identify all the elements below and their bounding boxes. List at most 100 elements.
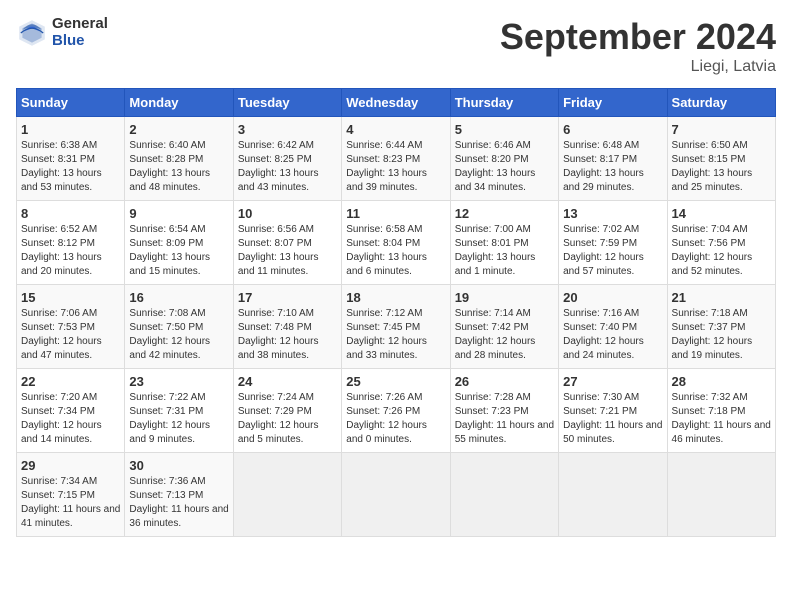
day-number: 23	[129, 374, 228, 389]
day-info: Sunrise: 6:50 AMSunset: 8:15 PMDaylight:…	[672, 140, 753, 193]
day-info: Sunrise: 7:10 AMSunset: 7:48 PMDaylight:…	[238, 308, 319, 361]
day-number: 15	[21, 290, 120, 305]
calendar-cell: 21 Sunrise: 7:18 AMSunset: 7:37 PMDaylig…	[667, 285, 775, 369]
calendar-cell: 30 Sunrise: 7:36 AMSunset: 7:13 PMDaylig…	[125, 453, 233, 537]
calendar-cell: 2 Sunrise: 6:40 AMSunset: 8:28 PMDayligh…	[125, 117, 233, 201]
calendar-cell: 23 Sunrise: 7:22 AMSunset: 7:31 PMDaylig…	[125, 369, 233, 453]
day-info: Sunrise: 7:18 AMSunset: 7:37 PMDaylight:…	[672, 308, 753, 361]
day-info: Sunrise: 7:16 AMSunset: 7:40 PMDaylight:…	[563, 308, 644, 361]
col-header-saturday: Saturday	[667, 89, 775, 117]
calendar-cell: 12 Sunrise: 7:00 AMSunset: 8:01 PMDaylig…	[450, 201, 558, 285]
calendar-cell: 19 Sunrise: 7:14 AMSunset: 7:42 PMDaylig…	[450, 285, 558, 369]
day-number: 25	[346, 374, 445, 389]
calendar-cell: 4 Sunrise: 6:44 AMSunset: 8:23 PMDayligh…	[342, 117, 450, 201]
day-number: 6	[563, 122, 662, 137]
calendar-cell: 8 Sunrise: 6:52 AMSunset: 8:12 PMDayligh…	[17, 201, 125, 285]
calendar-cell: 13 Sunrise: 7:02 AMSunset: 7:59 PMDaylig…	[559, 201, 667, 285]
calendar-cell: 6 Sunrise: 6:48 AMSunset: 8:17 PMDayligh…	[559, 117, 667, 201]
day-info: Sunrise: 6:46 AMSunset: 8:20 PMDaylight:…	[455, 140, 536, 193]
calendar-cell: 25 Sunrise: 7:26 AMSunset: 7:26 PMDaylig…	[342, 369, 450, 453]
calendar-header-row: SundayMondayTuesdayWednesdayThursdayFrid…	[17, 89, 776, 117]
day-info: Sunrise: 6:38 AMSunset: 8:31 PMDaylight:…	[21, 140, 102, 193]
logo: General Blue	[16, 16, 108, 49]
day-info: Sunrise: 6:44 AMSunset: 8:23 PMDaylight:…	[346, 140, 427, 193]
day-number: 14	[672, 206, 771, 221]
location: Liegi, Latvia	[500, 58, 776, 76]
day-number: 29	[21, 458, 120, 473]
day-info: Sunrise: 7:26 AMSunset: 7:26 PMDaylight:…	[346, 392, 427, 445]
calendar-cell: 29 Sunrise: 7:34 AMSunset: 7:15 PMDaylig…	[17, 453, 125, 537]
day-number: 9	[129, 206, 228, 221]
calendar-cell: 22 Sunrise: 7:20 AMSunset: 7:34 PMDaylig…	[17, 369, 125, 453]
day-number: 4	[346, 122, 445, 137]
calendar-cell: 28 Sunrise: 7:32 AMSunset: 7:18 PMDaylig…	[667, 369, 775, 453]
calendar-cell: 26 Sunrise: 7:28 AMSunset: 7:23 PMDaylig…	[450, 369, 558, 453]
col-header-tuesday: Tuesday	[233, 89, 341, 117]
calendar-cell	[450, 453, 558, 537]
month-title: September 2024	[500, 16, 776, 58]
day-info: Sunrise: 6:48 AMSunset: 8:17 PMDaylight:…	[563, 140, 644, 193]
calendar-cell	[342, 453, 450, 537]
day-number: 11	[346, 206, 445, 221]
day-info: Sunrise: 7:04 AMSunset: 7:56 PMDaylight:…	[672, 224, 753, 277]
calendar-cell: 24 Sunrise: 7:24 AMSunset: 7:29 PMDaylig…	[233, 369, 341, 453]
logo-text: General Blue	[52, 16, 108, 49]
day-number: 19	[455, 290, 554, 305]
calendar-cell: 3 Sunrise: 6:42 AMSunset: 8:25 PMDayligh…	[233, 117, 341, 201]
calendar-week-row: 1 Sunrise: 6:38 AMSunset: 8:31 PMDayligh…	[17, 117, 776, 201]
col-header-sunday: Sunday	[17, 89, 125, 117]
day-number: 28	[672, 374, 771, 389]
calendar-cell: 17 Sunrise: 7:10 AMSunset: 7:48 PMDaylig…	[233, 285, 341, 369]
calendar-cell: 16 Sunrise: 7:08 AMSunset: 7:50 PMDaylig…	[125, 285, 233, 369]
day-info: Sunrise: 6:54 AMSunset: 8:09 PMDaylight:…	[129, 224, 210, 277]
day-info: Sunrise: 7:34 AMSunset: 7:15 PMDaylight:…	[21, 476, 120, 529]
day-number: 27	[563, 374, 662, 389]
page-header: General Blue September 2024 Liegi, Latvi…	[16, 16, 776, 76]
col-header-friday: Friday	[559, 89, 667, 117]
day-number: 7	[672, 122, 771, 137]
day-info: Sunrise: 7:36 AMSunset: 7:13 PMDaylight:…	[129, 476, 228, 529]
day-info: Sunrise: 7:32 AMSunset: 7:18 PMDaylight:…	[672, 392, 771, 445]
day-info: Sunrise: 7:20 AMSunset: 7:34 PMDaylight:…	[21, 392, 102, 445]
day-info: Sunrise: 7:08 AMSunset: 7:50 PMDaylight:…	[129, 308, 210, 361]
calendar-cell: 11 Sunrise: 6:58 AMSunset: 8:04 PMDaylig…	[342, 201, 450, 285]
day-info: Sunrise: 7:06 AMSunset: 7:53 PMDaylight:…	[21, 308, 102, 361]
day-info: Sunrise: 6:56 AMSunset: 8:07 PMDaylight:…	[238, 224, 319, 277]
logo-general: General	[52, 16, 108, 33]
calendar-cell: 20 Sunrise: 7:16 AMSunset: 7:40 PMDaylig…	[559, 285, 667, 369]
calendar-cell: 15 Sunrise: 7:06 AMSunset: 7:53 PMDaylig…	[17, 285, 125, 369]
day-info: Sunrise: 6:40 AMSunset: 8:28 PMDaylight:…	[129, 140, 210, 193]
day-number: 1	[21, 122, 120, 137]
calendar-cell: 1 Sunrise: 6:38 AMSunset: 8:31 PMDayligh…	[17, 117, 125, 201]
col-header-thursday: Thursday	[450, 89, 558, 117]
day-number: 26	[455, 374, 554, 389]
day-info: Sunrise: 6:58 AMSunset: 8:04 PMDaylight:…	[346, 224, 427, 277]
calendar-cell: 18 Sunrise: 7:12 AMSunset: 7:45 PMDaylig…	[342, 285, 450, 369]
day-number: 18	[346, 290, 445, 305]
day-info: Sunrise: 7:00 AMSunset: 8:01 PMDaylight:…	[455, 224, 536, 277]
day-number: 13	[563, 206, 662, 221]
calendar-cell: 7 Sunrise: 6:50 AMSunset: 8:15 PMDayligh…	[667, 117, 775, 201]
day-number: 24	[238, 374, 337, 389]
day-number: 17	[238, 290, 337, 305]
day-info: Sunrise: 7:24 AMSunset: 7:29 PMDaylight:…	[238, 392, 319, 445]
day-info: Sunrise: 6:42 AMSunset: 8:25 PMDaylight:…	[238, 140, 319, 193]
day-info: Sunrise: 7:02 AMSunset: 7:59 PMDaylight:…	[563, 224, 644, 277]
calendar-cell: 5 Sunrise: 6:46 AMSunset: 8:20 PMDayligh…	[450, 117, 558, 201]
day-number: 12	[455, 206, 554, 221]
day-info: Sunrise: 7:12 AMSunset: 7:45 PMDaylight:…	[346, 308, 427, 361]
calendar-cell: 27 Sunrise: 7:30 AMSunset: 7:21 PMDaylig…	[559, 369, 667, 453]
day-number: 16	[129, 290, 228, 305]
calendar-cell: 10 Sunrise: 6:56 AMSunset: 8:07 PMDaylig…	[233, 201, 341, 285]
title-block: September 2024 Liegi, Latvia	[500, 16, 776, 76]
day-info: Sunrise: 7:30 AMSunset: 7:21 PMDaylight:…	[563, 392, 662, 445]
day-number: 10	[238, 206, 337, 221]
calendar-week-row: 22 Sunrise: 7:20 AMSunset: 7:34 PMDaylig…	[17, 369, 776, 453]
calendar-week-row: 29 Sunrise: 7:34 AMSunset: 7:15 PMDaylig…	[17, 453, 776, 537]
day-number: 21	[672, 290, 771, 305]
day-info: Sunrise: 7:22 AMSunset: 7:31 PMDaylight:…	[129, 392, 210, 445]
calendar-week-row: 8 Sunrise: 6:52 AMSunset: 8:12 PMDayligh…	[17, 201, 776, 285]
day-number: 2	[129, 122, 228, 137]
calendar-cell	[233, 453, 341, 537]
calendar-cell: 9 Sunrise: 6:54 AMSunset: 8:09 PMDayligh…	[125, 201, 233, 285]
